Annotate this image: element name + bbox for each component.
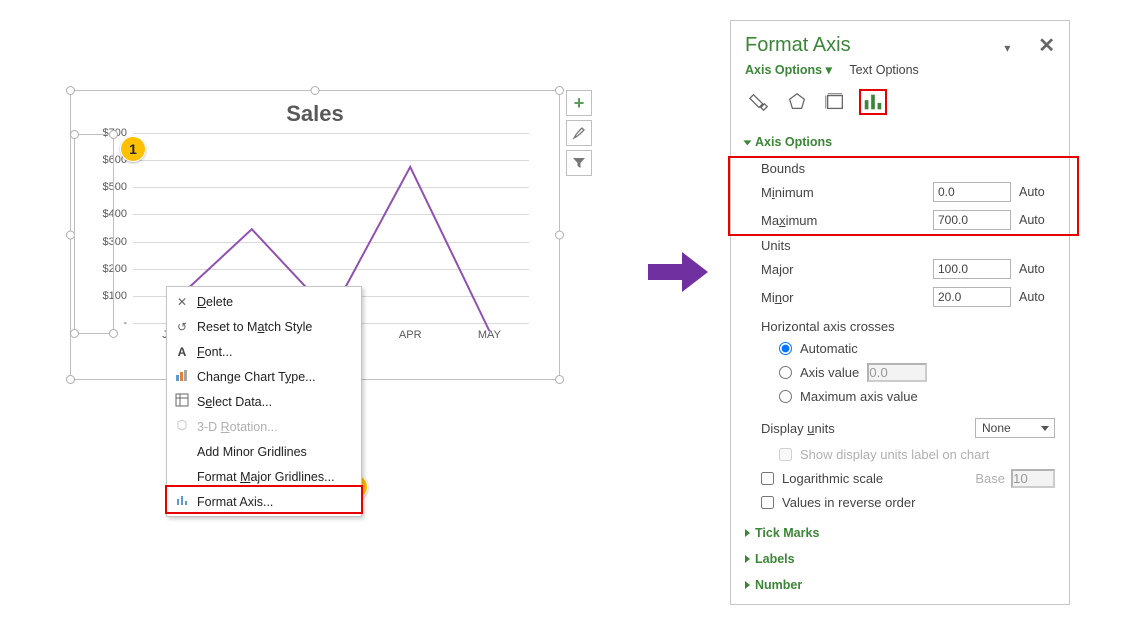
show-units-label: Show display units label on chart: [800, 447, 989, 462]
axis-value-label: Axis value: [800, 365, 859, 380]
selection-handle[interactable]: [555, 86, 564, 95]
context-menu: ✕Delete ↺Reset to Match Style AFont... C…: [166, 286, 362, 517]
auto-label: Auto: [1019, 290, 1055, 304]
x-icon: ✕: [173, 295, 191, 309]
chart-filter-button[interactable]: [566, 150, 592, 176]
display-units-label: Display units: [761, 421, 835, 436]
fill-line-icon[interactable]: [745, 89, 773, 115]
cube-icon: [173, 418, 191, 435]
tab-axis-options[interactable]: Axis Options ▾: [745, 62, 832, 77]
section-labels[interactable]: Labels: [731, 546, 1069, 572]
format-axis-panel: Format Axis ▾ ✕ Axis Options ▾ Text Opti…: [730, 20, 1070, 605]
callout-badge-1: 1: [120, 136, 146, 162]
tab-text-options[interactable]: Text Options: [849, 63, 918, 77]
context-menu-format-major-gridlines[interactable]: Format Major Gridlines...: [167, 464, 361, 489]
auto-label: Auto: [1019, 185, 1055, 199]
reverse-order-label: Values in reverse order: [782, 495, 915, 510]
context-menu-delete[interactable]: ✕Delete: [167, 289, 361, 314]
arrow-icon: [648, 250, 708, 299]
selection-handle[interactable]: [70, 329, 79, 338]
axis-value-input[interactable]: [867, 363, 927, 382]
minor-label: Minor: [761, 290, 794, 305]
bounds-label: Bounds: [761, 161, 1055, 176]
display-units-select[interactable]: None: [975, 418, 1055, 438]
menu-item-label: Add Minor Gridlines: [197, 445, 307, 459]
auto-label: Auto: [1019, 213, 1055, 227]
minimum-label: Minimum: [761, 185, 814, 200]
selection-handle[interactable]: [70, 130, 79, 139]
chart-add-element-button[interactable]: +: [566, 90, 592, 116]
context-menu-format-axis[interactable]: Format Axis...: [167, 489, 361, 514]
automatic-label: Automatic: [800, 341, 858, 356]
size-properties-icon[interactable]: [821, 89, 849, 115]
chart-title[interactable]: Sales: [71, 91, 559, 133]
max-axis-value-label: Maximum axis value: [800, 389, 918, 404]
selection-handle[interactable]: [555, 375, 564, 384]
log-scale-label: Logarithmic scale: [782, 471, 883, 486]
funnel-icon: [572, 156, 586, 170]
checkbox-log-scale[interactable]: [761, 472, 774, 485]
horizontal-axis-crosses-label: Horizontal axis crosses: [761, 319, 1055, 334]
brush-icon: [571, 125, 587, 141]
chart-type-icon: [173, 368, 191, 385]
minor-unit-input[interactable]: [933, 287, 1011, 307]
selection-handle[interactable]: [109, 130, 118, 139]
major-label: Major: [761, 262, 794, 277]
context-menu-select-data[interactable]: Select Data...: [167, 389, 361, 414]
axis-icon: [173, 493, 191, 510]
context-menu-add-minor-gridlines[interactable]: Add Minor Gridlines: [167, 439, 361, 464]
base-label: Base: [975, 471, 1005, 486]
minimum-input[interactable]: [933, 182, 1011, 202]
context-menu-font[interactable]: AFont...: [167, 339, 361, 364]
section-number[interactable]: Number: [731, 572, 1069, 604]
auto-label: Auto: [1019, 262, 1055, 276]
effects-icon[interactable]: [783, 89, 811, 115]
maximum-input[interactable]: [933, 210, 1011, 230]
panel-title: Format Axis: [745, 34, 851, 57]
context-menu-reset-style[interactable]: ↺Reset to Match Style: [167, 314, 361, 339]
section-tick-marks[interactable]: Tick Marks: [731, 520, 1069, 546]
section-axis-options[interactable]: Axis Options: [731, 129, 1069, 155]
select-data-icon: [173, 393, 191, 410]
axis-options-icon[interactable]: [859, 89, 887, 115]
selection-handle[interactable]: [109, 329, 118, 338]
selection-handle[interactable]: [66, 86, 75, 95]
context-menu-change-chart-type[interactable]: Change Chart Type...: [167, 364, 361, 389]
major-unit-input[interactable]: [933, 259, 1011, 279]
checkbox-reverse-order[interactable]: [761, 496, 774, 509]
checkbox-show-units-label: [779, 448, 792, 461]
selection-handle[interactable]: [66, 375, 75, 384]
context-menu-3d-rotation: 3-D Rotation...: [167, 414, 361, 439]
radio-axis-value[interactable]: [779, 366, 792, 379]
yaxis-selection[interactable]: [74, 134, 114, 334]
selection-handle[interactable]: [311, 86, 320, 95]
radio-automatic[interactable]: [779, 342, 792, 355]
close-icon[interactable]: ✕: [1038, 35, 1055, 57]
font-a-icon: A: [173, 345, 191, 359]
reset-icon: ↺: [173, 320, 191, 334]
panel-menu-dropdown[interactable]: ▾: [1004, 41, 1010, 55]
chart-styles-button[interactable]: [566, 120, 592, 146]
base-input[interactable]: [1011, 469, 1055, 488]
selection-handle[interactable]: [555, 231, 564, 240]
maximum-label: Maximum: [761, 213, 817, 228]
ytick[interactable]: -: [123, 317, 133, 329]
radio-max-axis-value[interactable]: [779, 390, 792, 403]
units-label: Units: [761, 238, 1055, 253]
